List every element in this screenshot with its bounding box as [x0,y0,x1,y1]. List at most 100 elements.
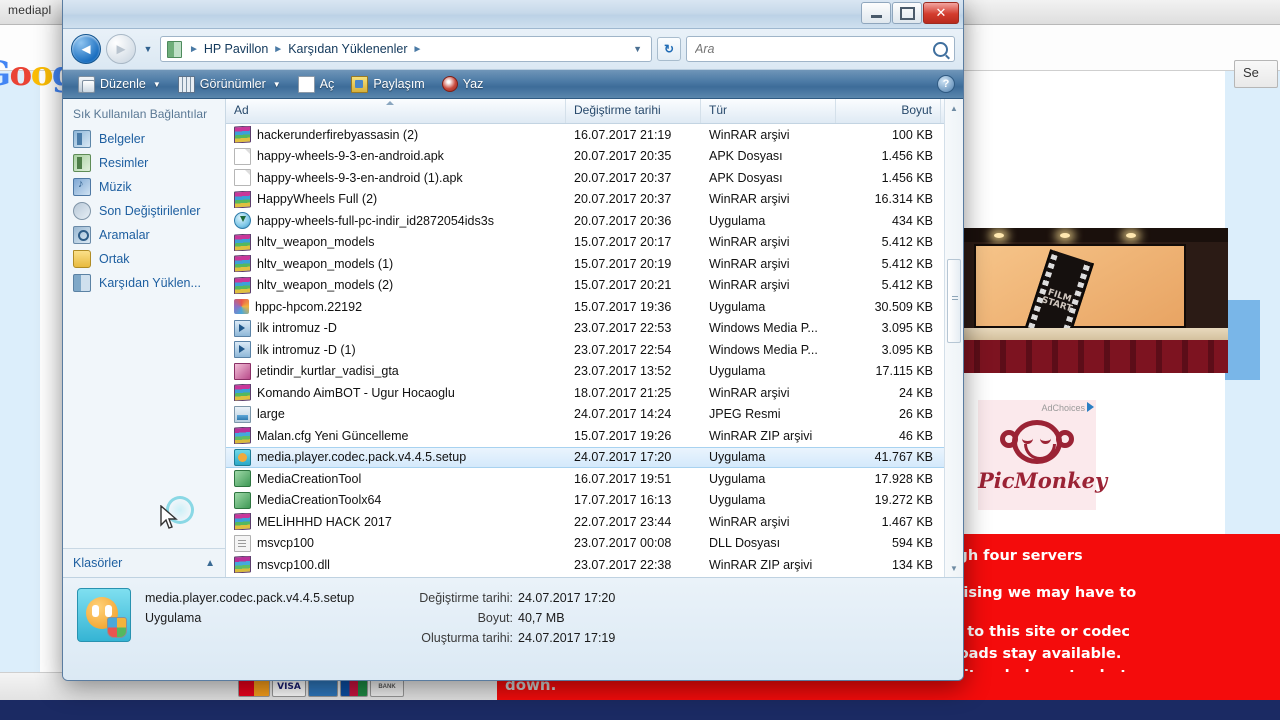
sidebar-item-pictures[interactable]: Resimler [63,151,225,175]
rarzip-file-icon [234,427,251,445]
picmonkey-ad[interactable]: AdChoices PicMonkey [978,400,1107,510]
table-row[interactable]: HappyWheels Full (2) 20.07.2017 20:37 WinR… [226,189,963,211]
table-row[interactable]: happy-wheels-9-3-en-android (1).apk 20.07… [226,167,963,189]
sidebar-label: Müzik [99,180,132,194]
close-button[interactable]: ✕ [923,2,959,24]
navpane-title: Sık Kullanılan Bağlantılar [73,107,208,121]
sidebar-item-documents[interactable]: Belgeler [63,127,225,151]
cell-name: ilk intromuz -D (1) [226,341,566,359]
breadcrumb-item-current[interactable]: Karşıdan Yüklenenler [286,42,409,56]
music-icon [73,178,91,196]
cinema-lamp [1060,233,1070,238]
details-text: media.player.codec.pack.v4.4.5.setup Değ… [145,588,949,648]
cell-type: WinRAR arşivi [709,192,790,207]
details-size-value: 40,7 MB [518,611,565,625]
table-row[interactable]: hackerunderfirebyassasin (2) 16.07.2017 2… [226,124,963,146]
sidebar-item-searches[interactable]: Aramalar [63,223,225,247]
sidebar-item-public[interactable]: Ortak [63,247,225,271]
table-row[interactable]: hppc-hpcom.22192 15.07.2017 19:36 Uygulama… [226,296,963,318]
file-name-text: ilk intromuz -D (1) [257,342,356,357]
table-row[interactable]: msvcp100 23.07.2017 00:08 DLL Dosyası 594 K… [226,533,963,555]
help-button[interactable]: ? [937,75,955,93]
rar-file-icon [234,255,251,273]
scroll-up-button[interactable]: ▲ [945,99,963,117]
forward-button[interactable]: ► [106,34,136,64]
table-row[interactable]: happy-wheels-9-3-en-android.apk 20.07.201… [226,146,963,168]
file-name-text: happy-wheels-9-3-en-android (1).apk [257,170,463,185]
hp-file-icon [234,299,249,315]
cell-type: Windows Media P... [709,321,818,336]
scrollbar-thumb[interactable] [947,259,961,343]
breadcrumb-dropdown-icon[interactable]: ▼ [628,44,647,54]
recent-pages-dropdown[interactable]: ▼ [141,44,155,54]
cell-type: DLL Dosyası [709,536,781,551]
breadcrumb-item-root[interactable]: HP Pavillon [202,42,270,56]
table-row[interactable]: happy-wheels-full-pc-indir_id2872054ids3… [226,210,963,232]
column-header-name[interactable]: Ad [226,99,566,123]
window-controls: ✕ [861,2,959,24]
table-row[interactable]: jetindir_kurtlar_vadisi_gta 23.07.2017 13… [226,361,963,383]
table-row[interactable]: Komando AimBOT - Ugur Hocaoglu 18.07.2017… [226,382,963,404]
table-row[interactable]: MELİHHHD HACK 2017 22.07.2017 23:44 WinRAR… [226,511,963,533]
table-row[interactable]: ilk intromuz -D (1) 23.07.2017 22:54 Windo… [226,339,963,361]
details-size-label: Boyut: [477,611,513,625]
cell-type: JPEG Resmi [709,407,781,422]
maximize-button[interactable] [892,2,922,24]
scroll-down-button[interactable]: ▼ [945,559,963,577]
sidebar-item-downloads[interactable]: Karşıdan Yüklen... [63,271,225,295]
table-row[interactable]: MediaCreationTool 16.07.2017 19:51 Uygulam… [226,468,963,490]
search-icon[interactable] [933,41,948,57]
vertical-scrollbar[interactable]: ▲ ▼ [944,99,963,577]
search-box[interactable] [686,36,955,62]
table-row[interactable]: MediaCreationToolx64 17.07.2017 16:13 Uygu… [226,490,963,512]
views-button[interactable]: Görünümler ▼ [171,74,288,95]
cell-name: MediaCreationTool [226,470,566,488]
cell-name: happy-wheels-9-3-en-android.apk [226,147,566,165]
rarzip-file-icon [234,556,251,574]
cell-size: 5.412 KB [881,256,933,271]
details-filename: media.player.codec.pack.v4.4.5.setup [145,591,355,605]
table-row[interactable]: hltv_weapon_models 15.07.2017 20:17 WinRAR… [226,232,963,254]
cell-name: msvcp100.dll [226,556,566,574]
table-row[interactable]: ilk intromuz -D 23.07.2017 22:53 Windows M… [226,318,963,340]
file-name-text: hltv_weapon_models [257,235,375,250]
column-header-size[interactable]: Boyut [836,99,941,123]
breadcrumb-address-box[interactable]: ► HP Pavillon ► Karşıdan Yüklenenler ► ▼ [160,36,652,62]
sidebar-item-recently-changed[interactable]: Son Değiştirilenler [63,199,225,223]
column-header-date[interactable]: Değiştirme tarihi [566,99,701,123]
table-row[interactable]: large 24.07.2017 14:24 JPEG Resmi 26 KB [226,404,963,426]
browser-tab-label[interactable]: mediapl [8,3,51,17]
minimize-button[interactable] [861,2,891,24]
selected-file-icon [77,588,131,642]
cell-type: Uygulama [709,213,766,228]
cell-name: MELİHHHD HACK 2017 [226,513,566,531]
table-row[interactable]: Malan.cfg Yeni Güncelleme 15.07.2017 19:2… [226,425,963,447]
back-button[interactable]: ◄ [71,34,101,64]
adchoices-icon [1087,402,1094,412]
folders-label: Klasörler [73,556,123,570]
cell-date: 15.07.2017 19:36 [574,299,672,314]
window-title-bar[interactable]: ✕ [63,0,963,29]
adchoices-label[interactable]: AdChoices [1041,402,1094,413]
dll-file-icon [234,534,251,552]
cell-size: 19.272 KB [874,493,933,508]
sidebar-item-music[interactable]: Müzik [63,175,225,199]
column-header-type[interactable]: Tür [701,99,836,123]
share-button[interactable]: Paylaşım [344,74,431,95]
cell-type: WinRAR arşivi [709,235,790,250]
table-row-selected[interactable]: media.player.codec.pack.v4.4.5.setup 24.0… [226,446,963,468]
table-row[interactable]: hltv_weapon_models (2) 15.07.2017 20:21 Wi… [226,275,963,297]
table-row[interactable]: msvcp100.dll 23.07.2017 22:38 WinRAR ZIP a… [226,554,963,576]
burn-button[interactable]: Yaz [435,74,491,94]
cell-name: hltv_weapon_models (2) [226,276,566,294]
documents-icon [73,130,91,148]
page-search-button[interactable]: Se [1234,60,1278,88]
dl-file-icon [234,212,251,230]
open-button[interactable]: Aç [291,74,342,95]
table-row[interactable]: hltv_weapon_models (1) 15.07.2017 20:19 Wi… [226,253,963,275]
rar-file-icon [234,384,251,402]
folders-expander[interactable]: Klasörler ▲ [63,548,225,577]
refresh-button[interactable]: ↻ [657,37,681,61]
search-input[interactable] [693,41,933,57]
organize-button[interactable]: Düzenle ▼ [71,74,168,95]
